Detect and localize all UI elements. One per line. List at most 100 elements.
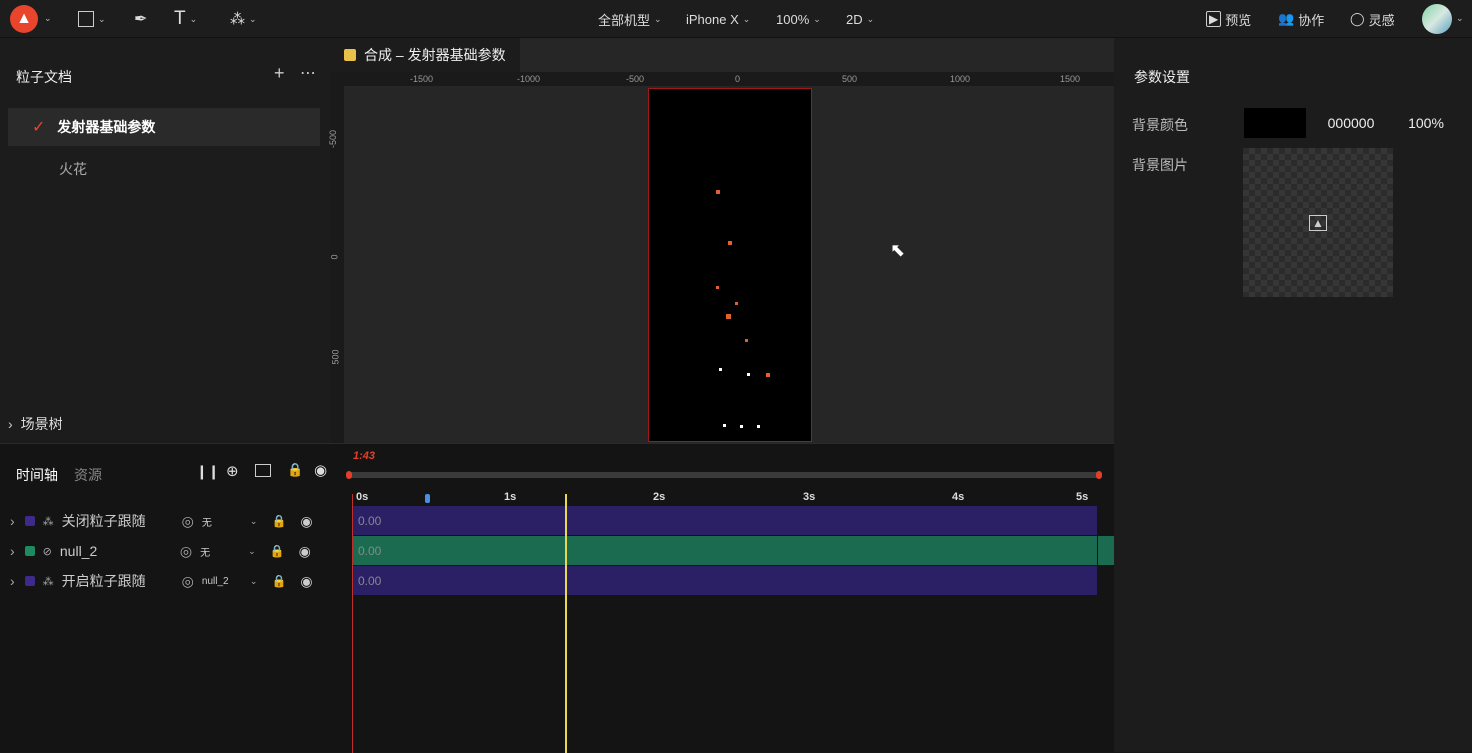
layer-name: null_2 xyxy=(59,543,98,559)
ruler-x-label: -500 xyxy=(626,74,645,84)
chevron-down-icon[interactable]: ⌄ xyxy=(250,576,258,587)
inspire-label: 灵感 xyxy=(1368,12,1395,28)
bg-opacity-input[interactable]: 100% xyxy=(1394,108,1458,138)
track-bar-overflow xyxy=(1098,536,1114,565)
bg-color-hex-input[interactable]: 000000 xyxy=(1312,108,1390,138)
canvas-area[interactable]: 合成 – 发射器基础参数 -1500 -1000 -500 0 500 1000… xyxy=(328,38,1114,466)
tick-label: 5s xyxy=(1076,491,1089,503)
start-line xyxy=(352,494,353,753)
time-scrubber[interactable] xyxy=(348,472,1100,478)
lock-icon[interactable]: 🔒 xyxy=(271,514,286,528)
ruler-x-label: 1500 xyxy=(1060,74,1081,84)
layer-row[interactable]: › ⁂ 关闭粒子跟随 ◎ 无 ⌄ 🔒 ◉ xyxy=(0,506,340,536)
tab-resources[interactable]: 资源 xyxy=(74,465,102,485)
canvas-tab-title: 合成 – 发射器基础参数 xyxy=(364,47,506,63)
avatar-chevron-down-icon[interactable]: ⌄ xyxy=(1456,13,1464,24)
inspire-button[interactable]: ◯ 灵感 xyxy=(1350,7,1395,31)
logo-chevron-down-icon[interactable]: ⌄ xyxy=(44,13,52,24)
component-tool-button[interactable]: ⁂ ⌄ xyxy=(230,7,257,31)
parent-select[interactable]: 无 xyxy=(202,514,250,529)
device-label: iPhone X xyxy=(686,11,739,27)
particle xyxy=(740,425,743,428)
device-model-dropdown[interactable]: 全部机型 ⌄ xyxy=(598,7,662,31)
particle-layer-icon: ⁂ xyxy=(42,515,54,528)
eye-icon[interactable]: ◉ xyxy=(300,573,312,590)
current-time: 1:43 xyxy=(353,450,376,462)
playhead[interactable] xyxy=(565,494,567,753)
ruler-x-label: 0 xyxy=(735,74,741,84)
pen-tool-button[interactable]: ✒ xyxy=(134,7,147,31)
layer-color-swatch xyxy=(24,546,35,556)
parent-select[interactable]: 无 xyxy=(200,544,248,559)
device-dropdown[interactable]: iPhone X ⌄ xyxy=(686,7,750,31)
collab-label: 协作 xyxy=(1298,12,1325,28)
particle xyxy=(728,241,732,245)
particle xyxy=(716,190,720,194)
link-icon[interactable]: ◎ xyxy=(180,543,192,560)
artboard[interactable] xyxy=(648,88,812,466)
link-icon[interactable]: ◎ xyxy=(182,573,194,590)
track-bar[interactable]: 0.00 xyxy=(352,506,1097,535)
tab-timeline[interactable]: 时间轴 xyxy=(16,465,58,485)
particle xyxy=(735,302,738,305)
scene-tree-toggle[interactable]: › 场景树 xyxy=(8,414,63,434)
lock-icon[interactable]: 🔒 xyxy=(271,574,286,588)
bg-color-label: 背景颜色 xyxy=(1132,117,1188,133)
layer-row[interactable]: › ⁂ 开启粒子跟随 ◎ null_2 ⌄ 🔒 ◉ xyxy=(0,566,340,596)
doc-item[interactable]: 火花 xyxy=(59,159,87,179)
chevron-right-icon[interactable]: › xyxy=(10,543,15,559)
ruler-y-label: 500 xyxy=(330,349,341,365)
zoom-dropdown[interactable]: 100% ⌄ xyxy=(776,7,821,31)
collab-button[interactable]: 👥 协作 xyxy=(1278,7,1324,31)
scrubber-start-handle[interactable] xyxy=(346,471,352,479)
chevron-right-icon[interactable]: › xyxy=(10,573,15,589)
chevron-right-icon[interactable]: › xyxy=(10,513,15,529)
chevron-down-icon[interactable]: ⌄ xyxy=(250,516,258,527)
chevron-down-icon: ⌄ xyxy=(654,13,662,24)
pause-icon[interactable]: ❙❙ xyxy=(196,463,219,480)
track-bar[interactable]: 0.00 xyxy=(352,536,1097,565)
scrubber-end-handle[interactable] xyxy=(1096,471,1102,479)
lock-icon[interactable]: 🔒 xyxy=(270,544,285,558)
keyframe-marker[interactable] xyxy=(425,494,430,503)
chevron-down-icon[interactable]: ⌄ xyxy=(248,546,256,557)
parent-select[interactable]: null_2 xyxy=(202,576,250,587)
more-icon[interactable]: ⋯ xyxy=(300,63,316,83)
track-bar[interactable]: 0.00 xyxy=(352,566,1097,595)
mask-icon[interactable] xyxy=(255,464,271,477)
preview-button[interactable]: ▶ 预览 xyxy=(1206,7,1251,31)
text-tool-button[interactable]: T ⌄ xyxy=(174,7,197,31)
layer-row[interactable]: › ⊘ null_2 ◎ 无 ⌄ 🔒 ◉ xyxy=(0,536,340,566)
doc-item-active[interactable]: ✓ 发射器基础参数 xyxy=(8,108,320,146)
view-mode-dropdown[interactable]: 2D ⌄ xyxy=(846,7,874,31)
ruler-x-label: -1500 xyxy=(410,74,434,84)
particle xyxy=(723,424,726,427)
chevron-down-icon: ⌄ xyxy=(189,13,198,24)
avatar[interactable] xyxy=(1422,4,1452,34)
app-logo-icon[interactable]: ▲ xyxy=(10,5,38,33)
eye-icon[interactable]: ◉ xyxy=(300,513,312,530)
link-icon[interactable]: ◎ xyxy=(182,513,194,530)
null-layer-icon: ⊘ xyxy=(42,545,52,558)
particle xyxy=(766,373,770,377)
rectangle-tool-button[interactable]: ⌄ xyxy=(78,7,106,31)
top-toolbar: ▲ ⌄ ⌄ ✒ T ⌄ ⁂ ⌄ 全部机型 ⌄ iPhone X ⌄ 100% ⌄ 2D ⌄ … xyxy=(0,0,1472,38)
layer-color-swatch xyxy=(24,516,35,526)
settings-panel: 参数设置 背景颜色 000000 100% 背景图片 ▲ xyxy=(1114,38,1472,752)
add-circle-icon[interactable]: ⊕ xyxy=(226,462,239,480)
eye-icon[interactable]: ◉ xyxy=(299,543,311,560)
ruler-x-label: 500 xyxy=(842,74,858,84)
add-icon[interactable]: + xyxy=(274,63,285,84)
components-icon: ⁂ xyxy=(230,11,245,28)
bg-image-picker[interactable]: ▲ xyxy=(1243,148,1393,297)
composition-icon xyxy=(344,49,356,61)
cursor-icon: ⬉ xyxy=(890,240,906,260)
doc-item-label: 发射器基础参数 xyxy=(57,119,156,135)
bg-color-swatch[interactable] xyxy=(1244,108,1306,138)
zoom-label: 100% xyxy=(776,11,810,27)
lock-icon[interactable]: 🔒 xyxy=(287,462,303,478)
chevron-down-icon: ⌄ xyxy=(249,13,257,24)
particle-layer-icon: ⁂ xyxy=(42,575,54,588)
canvas-tab[interactable]: 合成 – 发射器基础参数 xyxy=(330,38,520,72)
eye-icon[interactable]: ◉ xyxy=(314,461,327,479)
